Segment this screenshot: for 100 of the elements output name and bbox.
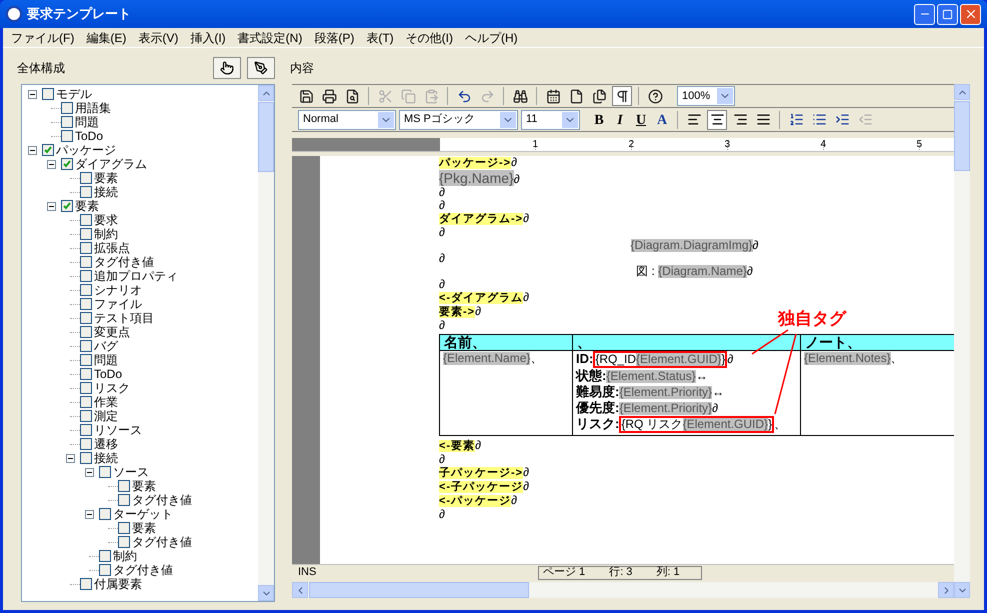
checkbox[interactable] xyxy=(99,508,111,520)
horizontal-scrollbar[interactable] xyxy=(292,582,954,598)
scroll-thumb[interactable] xyxy=(954,101,970,171)
tree-item[interactable]: 変更点 xyxy=(94,325,130,339)
align-button[interactable] xyxy=(707,110,727,130)
checkbox[interactable] xyxy=(80,214,92,226)
checkbox[interactable] xyxy=(99,564,111,576)
menu-item[interactable]: 表(T) xyxy=(366,28,394,46)
collapse-toggle[interactable] xyxy=(47,160,56,168)
collapse-toggle[interactable] xyxy=(28,146,37,154)
checkbox[interactable] xyxy=(80,410,92,422)
tree-item[interactable]: 要素 xyxy=(94,171,118,185)
tree-item[interactable]: バグ xyxy=(94,339,118,353)
checkbox[interactable] xyxy=(80,396,92,408)
tree-item[interactable]: 拡張点 xyxy=(94,241,130,255)
scroll-thumb[interactable] xyxy=(309,582,529,598)
checkbox[interactable] xyxy=(80,578,92,590)
tree-item[interactable]: 制約 xyxy=(113,549,137,563)
collapse-toggle[interactable] xyxy=(28,90,37,98)
style-dropdown[interactable]: Normal xyxy=(298,110,396,130)
font-size-dropdown[interactable]: 11 xyxy=(521,110,580,130)
pilcrow-button[interactable] xyxy=(612,86,632,106)
checkbox[interactable] xyxy=(61,158,73,170)
tree-item[interactable]: タグ付き値 xyxy=(113,563,173,577)
checkbox[interactable] xyxy=(80,340,92,352)
zoom-dropdown[interactable]: 100% xyxy=(677,86,735,106)
collapse-toggle[interactable] xyxy=(66,454,75,462)
checkbox[interactable] xyxy=(118,522,130,534)
checkbox[interactable] xyxy=(80,270,92,282)
tree-item[interactable]: リソース xyxy=(94,423,142,437)
tree-item[interactable]: テスト項目 xyxy=(94,311,154,325)
checkbox[interactable] xyxy=(80,186,92,198)
checkbox[interactable] xyxy=(118,480,130,492)
collapse-toggle[interactable] xyxy=(47,202,56,210)
checkbox[interactable] xyxy=(61,200,73,212)
checkbox[interactable] xyxy=(61,130,73,142)
tree-item[interactable]: ダイアグラム xyxy=(75,157,147,171)
tree-item[interactable]: 問題 xyxy=(94,353,118,367)
scroll-arrow-button[interactable] xyxy=(938,582,954,598)
checkbox[interactable] xyxy=(118,494,130,506)
tree-item[interactable]: 接続 xyxy=(94,185,118,199)
collapse-toggle[interactable] xyxy=(85,510,94,518)
check-all-button[interactable] xyxy=(213,57,241,79)
menu-item[interactable]: 表示(V) xyxy=(138,28,178,46)
uncheck-all-button[interactable] xyxy=(247,57,275,79)
tree-item[interactable]: 要素 xyxy=(132,479,156,493)
tree-item[interactable]: 制約 xyxy=(94,227,118,241)
tree-item[interactable]: 付属要素 xyxy=(94,577,142,591)
tree-item[interactable]: リスク xyxy=(94,381,130,395)
checkbox[interactable] xyxy=(80,438,92,450)
checkbox[interactable] xyxy=(42,144,54,156)
tree-item[interactable]: 要素 xyxy=(132,521,156,535)
menu-item[interactable]: その他(I) xyxy=(406,28,453,46)
menu-item[interactable]: 挿入(I) xyxy=(190,28,226,46)
font-dropdown[interactable]: MS Pゴシック xyxy=(399,110,518,130)
menu-item[interactable]: 編集(E) xyxy=(86,28,126,46)
menu-item[interactable]: ファイル(F) xyxy=(11,28,74,46)
dropdown-arrow-button[interactable] xyxy=(500,112,516,128)
checkbox[interactable] xyxy=(80,326,92,338)
checkbox[interactable] xyxy=(80,172,92,184)
checkbox[interactable] xyxy=(99,466,111,478)
tree-item[interactable]: ファイル xyxy=(94,297,142,311)
checkbox[interactable] xyxy=(80,284,92,296)
scroll-arrow-button[interactable] xyxy=(292,582,308,598)
checkbox[interactable] xyxy=(118,536,130,548)
checkbox[interactable] xyxy=(61,116,73,128)
vertical-scrollbar[interactable] xyxy=(954,84,970,598)
scroll-arrow-button[interactable] xyxy=(258,85,274,101)
scroll-thumb[interactable] xyxy=(258,102,274,172)
scroll-arrow-button[interactable] xyxy=(954,84,970,100)
tree-item[interactable]: 測定 xyxy=(94,409,118,423)
format-button[interactable]: U xyxy=(632,110,650,130)
tree-item[interactable]: ToDo xyxy=(75,129,104,143)
close-button[interactable] xyxy=(960,4,981,24)
dropdown-arrow-button[interactable] xyxy=(378,112,394,128)
checkbox[interactable] xyxy=(80,382,92,394)
tree-item[interactable]: モデル xyxy=(56,87,92,101)
tree-item[interactable]: 追加プロパティ xyxy=(94,269,178,283)
checkbox[interactable] xyxy=(80,298,92,310)
dropdown-arrow-button[interactable] xyxy=(717,88,733,104)
checkbox[interactable] xyxy=(80,242,92,254)
dropdown-arrow-button[interactable] xyxy=(562,112,578,128)
maximize-button[interactable] xyxy=(937,4,958,24)
checkbox[interactable] xyxy=(80,424,92,436)
menu-item[interactable]: 書式設定(N) xyxy=(238,28,302,46)
vertical-scrollbar[interactable] xyxy=(258,85,274,601)
tree-item[interactable]: タグ付き値 xyxy=(132,493,192,507)
tree-item[interactable]: タグ付き値 xyxy=(132,535,192,549)
checkbox[interactable] xyxy=(80,368,92,380)
checkbox[interactable] xyxy=(80,312,92,324)
tree-item[interactable]: 用語集 xyxy=(75,101,111,115)
checkbox[interactable] xyxy=(80,452,92,464)
tree-item[interactable]: 遷移 xyxy=(94,437,118,451)
scroll-arrow-button[interactable] xyxy=(954,582,970,598)
checkbox[interactable] xyxy=(80,354,92,366)
checkbox[interactable] xyxy=(80,228,92,240)
tree-item[interactable]: ToDo xyxy=(94,367,122,381)
tree-item[interactable]: シナリオ xyxy=(94,283,142,297)
menu-item[interactable]: 段落(P) xyxy=(314,28,354,46)
tree-item[interactable]: 問題 xyxy=(75,115,99,129)
